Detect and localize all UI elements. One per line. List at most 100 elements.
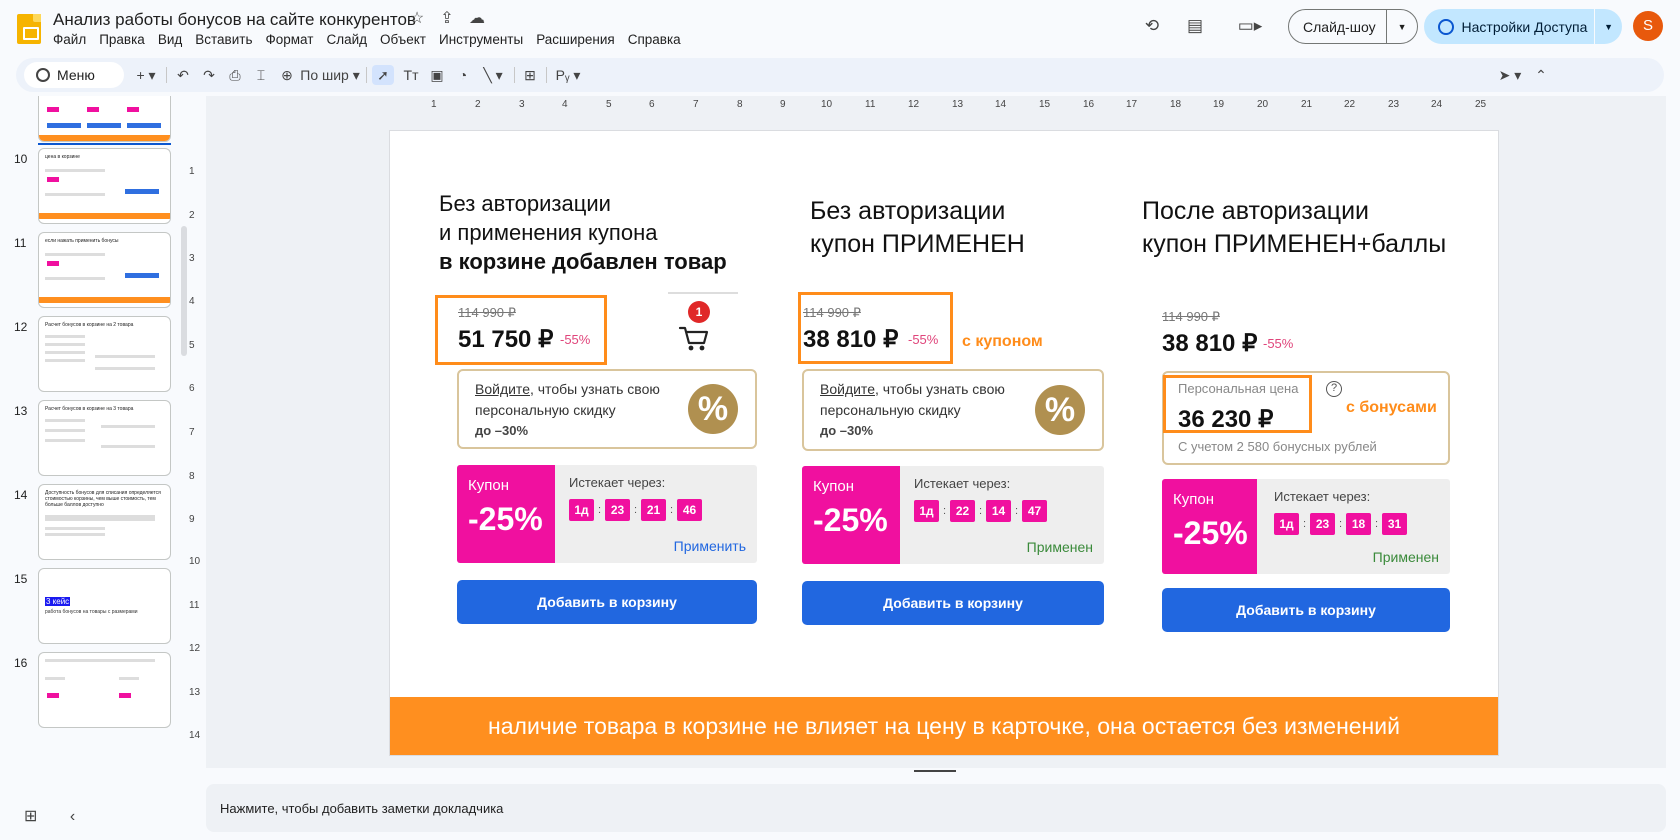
thumb-row: [45, 343, 85, 346]
account-avatar[interactable]: S: [1633, 11, 1663, 41]
coupon-applied-status: Применен: [1372, 549, 1439, 565]
search-menus[interactable]: Меню: [24, 62, 124, 88]
comments-icon[interactable]: ▤: [1184, 15, 1206, 37]
undo-icon[interactable]: ↶: [174, 65, 192, 85]
thumb-coupon: [87, 107, 99, 112]
grid-view-icon[interactable]: ⊞: [24, 808, 37, 825]
notes-resize-handle[interactable]: [914, 770, 956, 772]
col1-add-to-cart-button[interactable]: Добавить в корзину: [457, 580, 757, 624]
document-title[interactable]: Анализ работы бонусов на сайте конкурент…: [53, 10, 416, 30]
slide-thumbnail-10[interactable]: цена в корзине: [38, 148, 171, 224]
menu-tools[interactable]: Инструменты: [439, 32, 530, 47]
history-icon[interactable]: ⟲: [1141, 15, 1163, 37]
ruler-tick: 23: [1388, 99, 1400, 110]
col2-heading[interactable]: Без авторизации купон ПРИМЕНЕН: [810, 195, 1025, 261]
slide-thumbnail-16[interactable]: [38, 652, 171, 728]
zoom-select[interactable]: По шир ▾: [300, 65, 360, 85]
ruler-tick: 4: [562, 99, 568, 110]
slide-thumbnail[interactable]: [38, 96, 171, 142]
share-label: Настройки Доступа: [1461, 18, 1588, 35]
zoom-icon[interactable]: ⊕: [278, 65, 296, 85]
col1-old-price: 114 990 ₽: [458, 305, 516, 320]
redo-icon[interactable]: ↷: [200, 65, 218, 85]
cloud-icon[interactable]: ☁: [468, 10, 486, 28]
col1-login-link[interactable]: Войдите: [475, 381, 530, 397]
ruler-tick: 25: [1475, 99, 1487, 110]
col1-heading[interactable]: Без авторизации и применения купона в ко…: [439, 189, 727, 276]
slideshow-dropdown-icon[interactable]: ▼: [1387, 22, 1417, 32]
mode-pen-icon[interactable]: ➤ ▾: [1494, 65, 1526, 85]
col3-heading[interactable]: После авторизации купон ПРИМЕНЕН+баллы: [1142, 195, 1446, 261]
cart-icon: [678, 326, 709, 351]
collapse-filmstrip-icon[interactable]: ‹: [70, 808, 75, 825]
ruler-tick: 16: [1083, 99, 1095, 110]
slide-canvas[interactable]: Без авторизации и применения купона в ко…: [390, 131, 1498, 755]
speaker-notes-placeholder: Нажмите, чтобы добавить заметки докладчи…: [220, 801, 504, 816]
col1-login-sub: до –30%: [475, 423, 529, 438]
coupon-expires: Истекает через:: [1274, 489, 1371, 504]
move-to-drive-icon[interactable]: ⇪: [438, 10, 456, 28]
input-tools-icon[interactable]: Pᵧ ▾: [552, 65, 584, 85]
menu-format[interactable]: Формат: [265, 32, 320, 47]
bottom-conclusion-bar[interactable]: наличие товара в корзине не влияет на це…: [390, 697, 1498, 755]
comment-add-icon[interactable]: ⊞: [520, 65, 540, 85]
paint-format-icon[interactable]: ⌶: [252, 65, 270, 85]
slide-thumbnail-14[interactable]: Доступность бонусов для списания определ…: [38, 484, 171, 560]
image-icon[interactable]: ▣: [428, 65, 446, 85]
thumb-coupon: [119, 693, 131, 698]
col3-price-highlight[interactable]: [1163, 375, 1312, 433]
col2-login-card[interactable]: Войдите, чтобы узнать свою персональную …: [802, 369, 1104, 451]
slideshow-button[interactable]: Слайд-шоу ▼: [1288, 9, 1418, 44]
slide-filmstrip[interactable]: 10 цена в корзине 11 если нажать примени…: [0, 96, 182, 784]
menu-object[interactable]: Объект: [380, 32, 433, 47]
slide-thumbnail-11[interactable]: если нажать применить бонусы: [38, 232, 171, 308]
slide-number: 13: [14, 404, 28, 418]
col2-add-to-cart-button[interactable]: Добавить в корзину: [802, 581, 1104, 625]
thumb-row: [45, 659, 155, 662]
ruler-tick: 1: [189, 166, 195, 177]
col2-login-link[interactable]: Войдите: [820, 381, 875, 397]
thumb-button: [127, 123, 161, 128]
filmstrip-scrollbar[interactable]: [181, 226, 187, 356]
slide-thumbnail-15[interactable]: 3 кейс работа бонусов на товары с размер…: [38, 568, 171, 644]
share-dropdown-icon[interactable]: ▼: [1595, 22, 1622, 32]
shape-icon[interactable]: ◔: [454, 65, 472, 85]
text-box-icon[interactable]: Tт: [400, 65, 422, 85]
apply-coupon-button[interactable]: Применить: [674, 538, 746, 554]
vertical-ruler[interactable]: 1 2 3 4 5 6 7 8 9 10 11 12 13 14: [189, 130, 203, 755]
menu-slide[interactable]: Слайд: [326, 32, 374, 47]
slide-thumbnail-13[interactable]: Расчет бонусов в корзине на 3 товара: [38, 400, 171, 476]
line-icon[interactable]: ╲ ▾: [478, 65, 508, 85]
slide-number: 16: [14, 656, 28, 670]
menu-view[interactable]: Вид: [158, 32, 189, 47]
select-tool-icon[interactable]: ➚: [372, 65, 394, 85]
thumb-title: 3 кейс: [45, 597, 71, 606]
thumb-coupon: [47, 107, 59, 112]
new-slide-icon[interactable]: + ▾: [132, 65, 160, 85]
horizontal-ruler[interactable]: 1 2 3 4 5 6 7 8 9 10 11 12 13 14 15 16 1…: [412, 99, 1490, 115]
ruler-tick: 22: [1344, 99, 1356, 110]
ruler-tick: 12: [908, 99, 920, 110]
star-icon[interactable]: ☆: [408, 10, 426, 28]
print-icon[interactable]: ⎙: [226, 65, 244, 85]
col2-login-sub: до –30%: [820, 423, 874, 438]
menu-insert[interactable]: Вставить: [195, 32, 259, 47]
menu-edit[interactable]: Правка: [99, 32, 152, 47]
toolbar-separator: [166, 67, 167, 83]
share-button[interactable]: Настройки Доступа ▼: [1424, 9, 1622, 44]
menu-help[interactable]: Справка: [628, 32, 688, 47]
cart-widget[interactable]: 1: [678, 301, 718, 351]
timer-colon: :: [1374, 518, 1379, 530]
menu-extensions[interactable]: Расширения: [536, 32, 622, 47]
meet-icon[interactable]: ▭▸: [1233, 15, 1267, 37]
speaker-notes[interactable]: Нажмите, чтобы добавить заметки докладчи…: [206, 784, 1666, 832]
col3-add-to-cart-button[interactable]: Добавить в корзину: [1162, 588, 1450, 632]
col1-login-card[interactable]: Войдите, чтобы узнать свою персональную …: [457, 369, 757, 449]
ruler-tick: 11: [189, 600, 200, 611]
help-icon[interactable]: ?: [1326, 381, 1342, 397]
collapse-toolbar-icon[interactable]: ⌃: [1532, 65, 1550, 85]
slides-logo-icon[interactable]: [17, 14, 41, 44]
col2-coupon-note: с купоном: [962, 333, 1043, 350]
menu-file[interactable]: Файл: [53, 32, 93, 47]
slide-thumbnail-12[interactable]: Расчет бонусов в корзине на 2 товара: [38, 316, 171, 392]
